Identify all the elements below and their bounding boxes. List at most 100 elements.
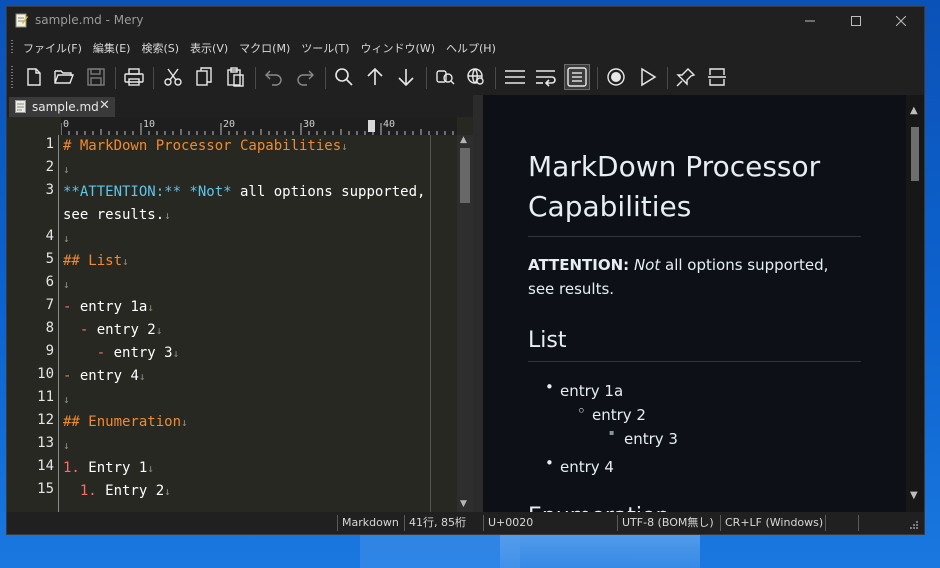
title-bar[interactable]: sample.md - Mery — [7, 7, 924, 35]
tab-close-icon[interactable]: ✕ — [99, 98, 110, 113]
emphasis-markup: **ATTENTION:** *Not* — [63, 184, 232, 200]
editor-scroll-thumb[interactable] — [460, 148, 470, 203]
file-document-icon — [15, 100, 26, 113]
list-bullet: ◦ — [577, 402, 586, 420]
undo-button[interactable] — [261, 64, 287, 90]
list-item: entry 4 — [560, 458, 614, 476]
editor-scrollbar[interactable]: ▲ ▼ — [457, 135, 473, 512]
split-window-icon — [708, 68, 726, 86]
code-line[interactable]: - entry 2↓ — [63, 319, 163, 342]
record-macro-button[interactable] — [603, 64, 629, 90]
resize-grip-icon[interactable] — [909, 520, 919, 530]
code-line[interactable]: ↓ — [63, 227, 70, 250]
menu-search[interactable]: 検索(S) — [141, 40, 179, 56]
eol-mark: ↓ — [172, 347, 180, 360]
minimize-icon — [805, 20, 815, 22]
menu-help[interactable]: ヘルプ(H) — [446, 40, 496, 56]
eol-mark: ↓ — [341, 140, 348, 153]
code-line[interactable]: - entry 4↓ — [63, 365, 146, 388]
search-button[interactable] — [331, 64, 357, 90]
code-line[interactable]: ↓ — [63, 434, 70, 457]
line-number: 4 — [45, 228, 54, 244]
find-previous-button[interactable] — [362, 64, 388, 90]
menu-window[interactable]: ウィンドウ(W) — [361, 40, 435, 56]
wrap-window-button[interactable] — [564, 64, 590, 90]
redo-button[interactable] — [292, 64, 318, 90]
maximize-button[interactable] — [833, 7, 879, 35]
eol-mark: ↓ — [63, 393, 70, 406]
eol-mark: ↓ — [138, 370, 146, 383]
align-button[interactable] — [502, 64, 528, 90]
new-file-button[interactable] — [21, 64, 47, 90]
code-line[interactable]: ↓ — [63, 388, 70, 411]
code-line[interactable]: see results.↓ — [63, 204, 171, 227]
save-button[interactable] — [83, 64, 109, 90]
line-text: entry 1a — [71, 299, 148, 315]
code-line[interactable]: **ATTENTION:** *Not* all options support… — [63, 181, 425, 204]
editor-pane[interactable]: 0 10 20 30 40 1 2 3 4 5 6 7 8 9 10 11 12… — [7, 117, 473, 512]
maximize-icon — [851, 16, 861, 26]
web-search-button[interactable] — [463, 64, 489, 90]
code-line[interactable]: - entry 1a↓ — [63, 296, 154, 319]
menu-tools[interactable]: ツール(T) — [301, 40, 349, 56]
menu-macro[interactable]: マクロ(M) — [239, 40, 290, 56]
scroll-down-arrow-icon[interactable]: ▼ — [460, 499, 467, 509]
code-line[interactable]: ## List↓ — [63, 250, 129, 273]
paste-button[interactable] — [222, 64, 248, 90]
code-line[interactable]: ## Enumeration↓ — [63, 411, 188, 434]
status-line-ending[interactable]: CR+LF (Windows) — [720, 515, 825, 531]
code-line[interactable]: # MarkDown Processor Capabilities↓ — [63, 135, 348, 158]
menu-edit[interactable]: 編集(E) — [93, 40, 131, 56]
preview-title: MarkDown Processor Capabilities — [528, 150, 821, 223]
ruler-label: 0 — [63, 119, 70, 130]
status-syntax-mode[interactable]: Markdown — [337, 515, 406, 531]
code-line[interactable]: 1. Entry 1↓ — [63, 457, 154, 480]
status-empty-cell — [858, 515, 893, 531]
toolbar-separator — [495, 67, 496, 89]
menu-view[interactable]: 表示(V) — [190, 40, 228, 56]
status-empty-cell — [825, 515, 860, 531]
minimize-button[interactable] — [787, 7, 833, 35]
code-line[interactable]: 1. Entry 2↓ — [63, 480, 171, 503]
find-next-button[interactable] — [393, 64, 419, 90]
word-wrap-button[interactable] — [533, 64, 559, 90]
scroll-down-arrow-icon[interactable]: ▼ — [910, 490, 918, 501]
copy-button[interactable] — [191, 64, 217, 90]
eol-mark: ↓ — [122, 255, 129, 268]
tab-sample-md[interactable]: sample.md ✕ — [9, 97, 115, 117]
preview-scrollbar[interactable]: ▲ ▼ — [906, 95, 924, 512]
status-cursor-position[interactable]: 41行, 85桁 — [404, 515, 481, 531]
pane-splitter[interactable] — [473, 95, 483, 512]
code-line[interactable]: ↓ — [63, 158, 70, 181]
pin-button[interactable] — [673, 64, 699, 90]
toolbar — [7, 59, 924, 95]
preview-scroll-thumb[interactable] — [911, 127, 919, 181]
scroll-up-arrow-icon[interactable]: ▲ — [460, 135, 467, 145]
line-number: 7 — [45, 297, 54, 313]
code-line[interactable]: - entry 3↓ — [63, 342, 180, 365]
status-bar: Markdown 41行, 85桁 U+0020 UTF-8 (BOM無し) C… — [7, 512, 924, 534]
run-macro-button[interactable] — [635, 64, 661, 90]
gutter-divider — [58, 135, 59, 512]
menu-bar: ファイル(F) 編集(E) 検索(S) 表示(V) マクロ(M) ツール(T) … — [7, 35, 924, 59]
menu-file[interactable]: ファイル(F) — [23, 40, 82, 56]
code-line[interactable]: ↓ — [63, 273, 70, 296]
split-window-button[interactable] — [704, 64, 730, 90]
wrap-window-icon — [567, 67, 587, 87]
open-button[interactable] — [51, 64, 77, 90]
menubar-grip[interactable] — [11, 40, 13, 55]
replace-button[interactable] — [432, 64, 458, 90]
status-encoding[interactable]: UTF-8 (BOM無し) — [617, 515, 722, 531]
cut-button[interactable] — [160, 64, 186, 90]
preview-heading-list: List — [528, 328, 567, 353]
eol-mark: ↓ — [63, 232, 70, 245]
scroll-up-arrow-icon[interactable]: ▲ — [910, 105, 918, 116]
open-folder-icon — [54, 70, 75, 84]
close-button[interactable] — [878, 7, 924, 35]
toolbar-grip[interactable] — [11, 66, 13, 90]
code-area[interactable]: # MarkDown Processor Capabilities↓ ↓ **A… — [63, 135, 429, 499]
line-number: 13 — [37, 435, 54, 451]
tab-bar: sample.md ✕ — [7, 95, 483, 117]
line-text: all options supported, — [231, 184, 426, 200]
print-button[interactable] — [121, 64, 147, 90]
